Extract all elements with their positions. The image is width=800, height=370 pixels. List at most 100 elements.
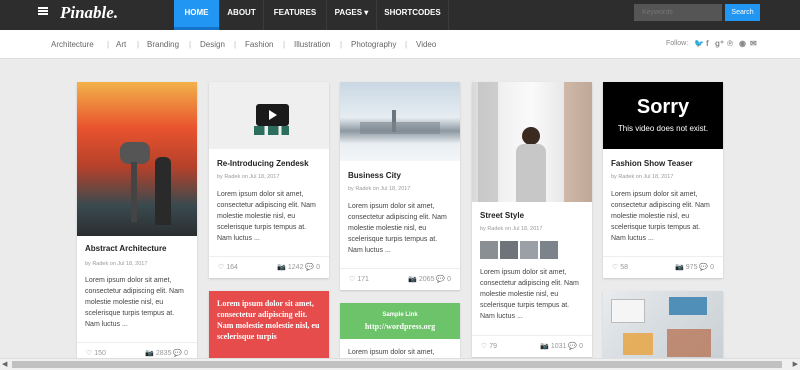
search-input[interactable] [634, 4, 722, 21]
post-card[interactable]: Re-Introducing Zendesk by Radek on Jul 1… [209, 82, 329, 278]
play-icon[interactable] [269, 110, 277, 120]
heart-icon[interactable]: ♡ [86, 350, 92, 357]
post-card[interactable]: Abstract Architecture by Radek on Jul 18… [77, 82, 197, 367]
post-meta: by Radek on Jul 18, 2017 [480, 226, 543, 232]
category-separator: | [189, 40, 192, 49]
category-separator: | [405, 40, 408, 49]
category-design[interactable]: Design [200, 40, 225, 49]
likes-count: 150 [94, 350, 106, 357]
category-art[interactable]: Art [116, 40, 126, 49]
scroll-thumb[interactable] [12, 361, 782, 368]
nav-pages[interactable]: PAGES ▾ [326, 0, 376, 30]
comments-count: 0 [579, 343, 583, 350]
likes-count: 58 [620, 264, 629, 271]
category-separator: | [283, 40, 286, 49]
heart-icon[interactable]: ♡ [481, 343, 487, 350]
comment-icon[interactable]: 💬 [173, 350, 182, 357]
category-fashion[interactable]: Fashion [245, 40, 273, 49]
facebook-icon[interactable]: f [706, 39, 709, 48]
video-embed[interactable]: Sorry This video does not exist. [603, 82, 723, 149]
comment-icon[interactable]: 💬 [305, 264, 314, 271]
camera-icon: 📷 [145, 350, 154, 357]
likes-count: 164 [226, 264, 238, 271]
category-architecture[interactable]: Architecture [51, 40, 94, 49]
post-title[interactable]: Business City [348, 171, 401, 180]
category-bar: Architecture | Art | Branding | Design |… [0, 30, 800, 59]
likes-count: 79 [489, 343, 498, 350]
building-wall [478, 82, 498, 202]
laptop [611, 299, 645, 323]
post-excerpt: Lorem ipsum dolor sit amet, consectetur … [85, 277, 184, 328]
heart-icon[interactable]: ♡ [612, 264, 618, 271]
twitter-icon[interactable]: 🐦 [694, 39, 704, 48]
post-image[interactable] [209, 82, 329, 149]
post-excerpt: Lorem ipsum dolor sit amet, consectetur … [611, 191, 710, 242]
video-error-title: Sorry [636, 96, 690, 118]
post-meta: by Radek on Jul 18, 2017 [611, 174, 674, 180]
rss-icon[interactable]: ◉ [739, 39, 746, 48]
post-footer: ♡ 171 📷 2065 💬 0 [340, 268, 460, 290]
post-card[interactable]: Street Style by Radek on Jul 18, 2017 Lo… [472, 82, 592, 357]
post-card[interactable] [603, 291, 723, 367]
quote-text: Lorem ipsum dolor sit amet, consectetur … [217, 299, 320, 341]
post-card[interactable]: Business City by Radek on Jul 18, 2017 L… [340, 82, 460, 290]
views-count: 1031 [550, 343, 567, 350]
nav-home[interactable]: HOME [174, 0, 219, 30]
post-title[interactable]: Abstract Architecture [85, 244, 167, 253]
category-photography[interactable]: Photography [351, 40, 396, 49]
quote-card[interactable]: Lorem ipsum dolor sit amet, consectetur … [209, 291, 329, 367]
post-meta: by Radek on Jul 18, 2017 [217, 174, 280, 180]
pinterest-icon[interactable]: ℗ [727, 39, 733, 48]
post-title[interactable]: Street Style [480, 211, 524, 220]
post-card[interactable]: Sorry This video does not exist. Fashion… [603, 82, 723, 278]
book [669, 297, 707, 315]
search-button[interactable]: Search [725, 4, 760, 21]
post-title[interactable]: Fashion Show Teaser [611, 159, 693, 168]
desk-items [667, 329, 711, 357]
site-logo[interactable]: Pinable. [60, 3, 118, 23]
top-navbar: Pinable. HOME ABOUT FEATURES PAGES ▾ SHO… [0, 0, 800, 30]
gallery-thumbnail[interactable] [540, 241, 558, 259]
viewer-stand [131, 162, 137, 222]
post-image[interactable] [472, 82, 592, 202]
post-image[interactable] [340, 82, 460, 161]
camera-icon: 📷 [540, 343, 549, 350]
google-plus-icon[interactable]: g⁺ [715, 39, 724, 48]
nav-features[interactable]: FEATURES [263, 0, 326, 30]
post-title[interactable]: Re-Introducing Zendesk [217, 159, 309, 168]
link-label: Sample Link [382, 312, 418, 318]
post-meta: by Radek on Jul 18, 2017 [85, 261, 148, 267]
link-banner[interactable]: Sample Link http://wordpress.org [340, 303, 460, 339]
hamburger-menu-icon[interactable] [38, 7, 48, 15]
binocular-viewer [120, 142, 150, 164]
likes-count: 171 [357, 276, 369, 283]
nav-shortcodes[interactable]: SHORTCODES [376, 0, 449, 30]
scroll-left-arrow-icon[interactable]: ◀ [2, 360, 7, 368]
views-count: 1242 [287, 264, 304, 271]
views-count: 2065 [418, 276, 435, 283]
post-image[interactable] [603, 291, 723, 367]
gallery-thumbnail[interactable] [520, 241, 538, 259]
video-error-message: This video does not exist. [617, 124, 709, 133]
category-branding[interactable]: Branding [147, 40, 179, 49]
gallery-thumbnail[interactable] [480, 241, 498, 259]
zendesk-logo [254, 126, 289, 135]
category-illustration[interactable]: Illustration [294, 40, 330, 49]
category-video[interactable]: Video [416, 40, 436, 49]
nav-about[interactable]: ABOUT [219, 0, 263, 30]
comment-icon[interactable]: 💬 [699, 264, 708, 271]
scroll-right-arrow-icon[interactable]: ▶ [793, 360, 798, 368]
comment-icon[interactable]: 💬 [568, 343, 577, 350]
email-icon[interactable]: ✉ [750, 39, 757, 48]
link-url[interactable]: http://wordpress.org [340, 322, 460, 331]
post-image[interactable] [77, 82, 197, 236]
person-silhouette [155, 157, 171, 225]
heart-icon[interactable]: ♡ [218, 264, 224, 271]
category-separator: | [340, 40, 343, 49]
heart-icon[interactable]: ♡ [349, 276, 355, 283]
comment-icon[interactable]: 💬 [436, 276, 445, 283]
post-meta: by Radek on Jul 18, 2017 [348, 186, 411, 192]
horizontal-scrollbar[interactable]: ◀ ▶ [0, 358, 800, 370]
city-skyline [360, 122, 440, 134]
gallery-thumbnail[interactable] [500, 241, 518, 259]
